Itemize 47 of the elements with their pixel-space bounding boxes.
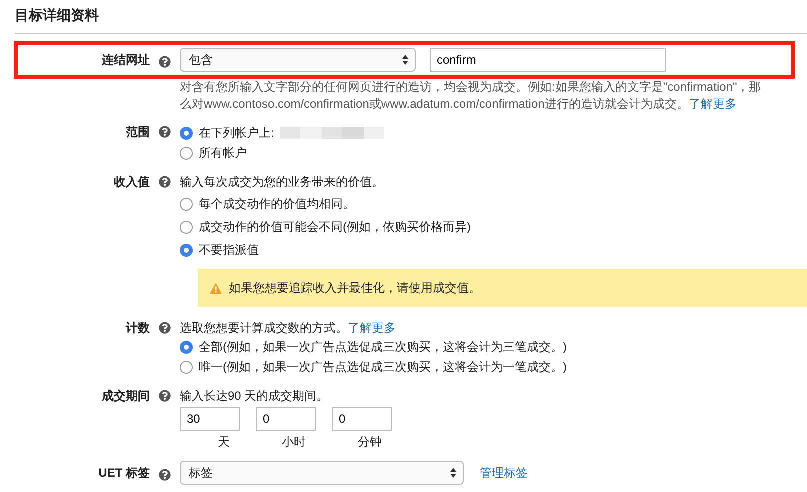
help-icon[interactable] — [159, 468, 171, 480]
unit-label: 天 — [217, 434, 231, 451]
url-input[interactable]: confirm — [430, 48, 666, 72]
instruction-text: 输入每次成交为您的业务带来的价值。 — [180, 174, 385, 191]
help-text: 对含有您所输入文字部分的任何网页进行的造访，均会视为成交。例如:如果您输入的文字是"confirmation"，那么对www.contoso.com/confirmation或www.adatum.com/confirmation进行的造访就会计为成交。了解更多 — [180, 79, 762, 113]
help-icon[interactable] — [159, 126, 171, 138]
option-label: 全部(例如，如果一次广告点选促成三次购买，这将会计为三笔成交。) — [199, 339, 567, 356]
tag-select[interactable]: 标签 — [180, 461, 464, 485]
instruction-text: 输入长达90 天的成交期间。 — [180, 388, 330, 405]
help-icon[interactable] — [159, 390, 171, 402]
section-title: 目标详细资料 — [14, 6, 100, 25]
option-label: 唯一(例如，如果一次广告点选促成三次购买，这将会计为一笔成交。) — [199, 359, 567, 376]
help-icon[interactable] — [159, 322, 171, 334]
help-icon[interactable] — [159, 176, 171, 188]
operator-select[interactable]: 包含 — [180, 48, 416, 72]
unit-label: 小时 — [281, 434, 307, 451]
field-label: 范围 — [125, 124, 150, 141]
instruction-text: 选取您想要计算成交数的方式。 — [180, 321, 348, 335]
unit-label: 分钟 — [357, 434, 383, 451]
help-icon[interactable] — [159, 56, 171, 68]
learn-more-link[interactable]: 了解更多 — [688, 97, 737, 111]
field-label: 收入值 — [113, 174, 150, 191]
radio-button[interactable] — [180, 360, 193, 374]
updown-icon — [450, 467, 457, 479]
radio-button[interactable] — [180, 146, 193, 160]
duration-input[interactable]: 30 — [180, 407, 240, 431]
option-label: 成交动作的价值可能会不同(例如，依购买价格而异) — [199, 219, 471, 236]
field-label: 连结网址 — [101, 52, 150, 69]
radio-button[interactable] — [180, 126, 193, 140]
warning-icon — [210, 282, 222, 294]
radio-button[interactable] — [180, 198, 193, 210]
manage-tags-link[interactable]: 管理标签 — [480, 464, 528, 482]
radio-button[interactable] — [180, 340, 193, 354]
option-label: 每个成交动作的价值均相同。 — [199, 196, 355, 213]
warning-text: 如果您想要追踪收入并最佳化，请使用成交值。 — [229, 280, 481, 297]
duration-input[interactable]: 0 — [332, 407, 392, 431]
radio-button[interactable] — [180, 220, 193, 234]
option-label: 在下列帐户上: — [199, 125, 274, 142]
updown-icon — [402, 54, 409, 66]
option-label: 不要指派值 — [199, 242, 259, 259]
learn-more-link[interactable]: 了解更多 — [348, 321, 396, 335]
option-label: 所有帐户 — [199, 145, 247, 162]
duration-input[interactable]: 0 — [256, 407, 316, 431]
radio-button[interactable] — [180, 244, 193, 256]
field-label: UET 标签 — [98, 465, 150, 482]
field-label: 成交期间 — [101, 388, 150, 405]
field-label: 计数 — [124, 320, 150, 337]
